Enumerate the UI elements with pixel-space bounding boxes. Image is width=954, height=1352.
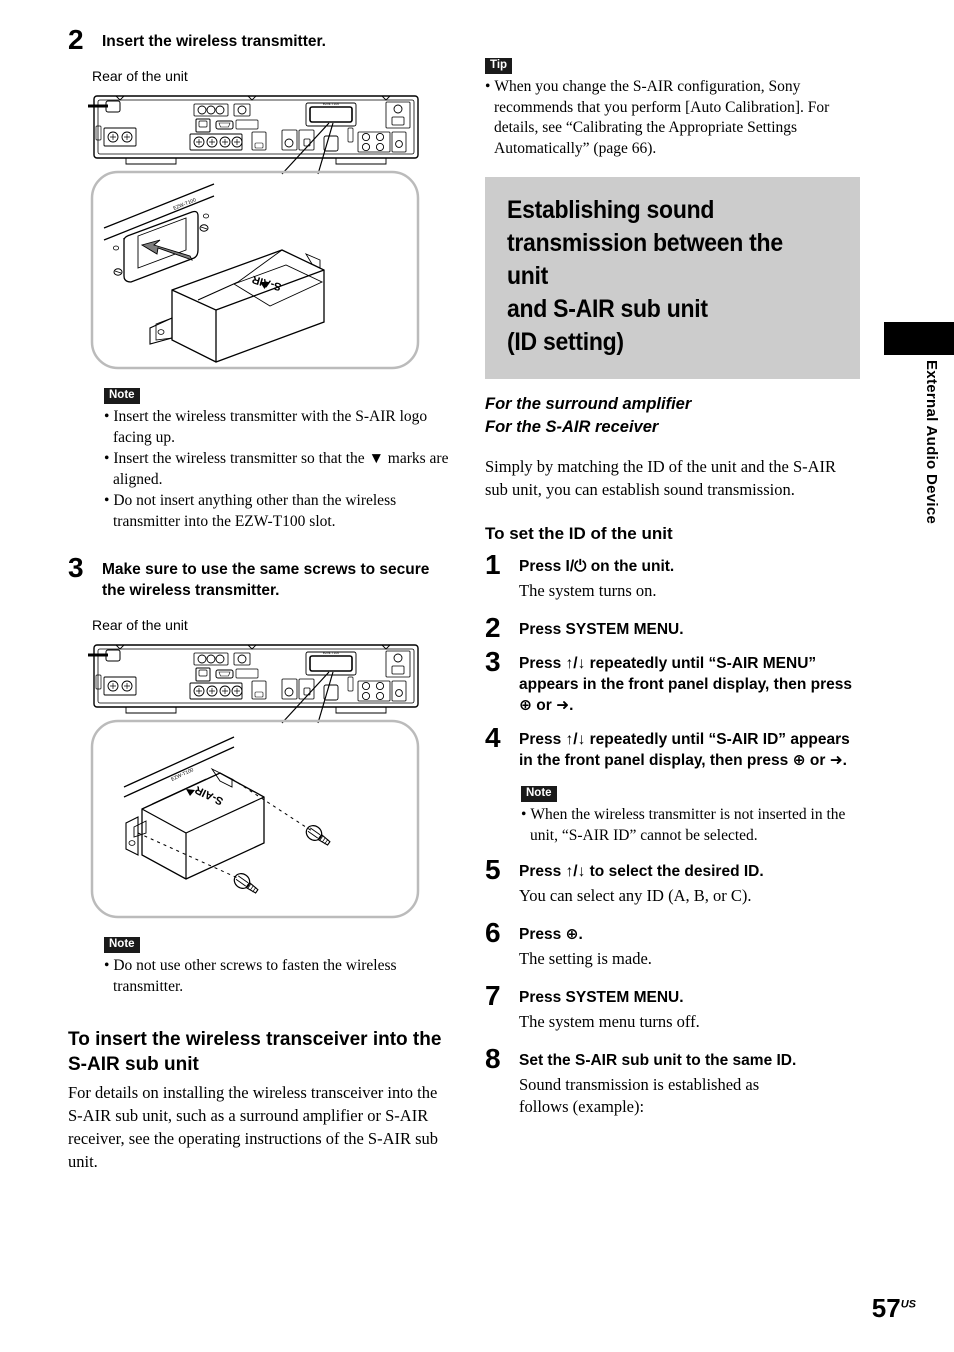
step-title: Press ↑/↓ to select the desired ID. [519,863,764,880]
figure-insert-transmitter: EZW-T100 EZW-T100 [86,88,426,373]
step-title: Press I/⏻ on the unit. [519,558,675,575]
step-3-title: Make sure to use the same screws to secu… [102,561,430,599]
chapter-heading-line-3: and S-AIR sub unit [507,295,708,323]
figure-secure-screws: EZW-T100 S-AIR EZW-T100 [86,637,426,922]
step-title: Press ↑/↓ repeatedly until “S-AIR ID” ap… [519,731,850,769]
note-item: Do not use other screws to fasten the wi… [104,956,453,997]
step-3: 3 Make sure to use the same screws to se… [68,552,453,601]
svg-text:EZW-T100: EZW-T100 [170,767,195,783]
step-number: 6 [485,917,501,948]
tip-block: Tip When you change the S-AIR configurat… [485,55,860,159]
step-body: The setting is made. [519,949,652,968]
step-number: 1 [485,549,501,580]
procedure-step-1: 1 Press I/⏻ on the unit. [485,549,860,580]
note-item: Insert the wireless transmitter so that … [104,449,453,490]
chapter-side-label: External Audio Device [923,360,940,525]
note-list: When the wireless transmitter is not ins… [521,805,860,846]
chapter-heading-line-1: Establishing sound [507,196,715,224]
step-2: 2 Insert the wireless transmitter. [68,24,453,55]
step-title: Press SYSTEM MENU. [519,621,684,638]
svg-text:EZW-T100: EZW-T100 [323,102,339,106]
step-body: The system turns on. [519,581,657,600]
step-number: 4 [485,722,501,753]
step-3-number: 3 [68,552,84,583]
step-number: 5 [485,854,501,885]
section-body: For details on installing the wireless t… [68,1083,439,1171]
figure-1-caption: Rear of the unit [92,68,188,84]
procedure-step-8: 8 Set the S-AIR sub unit to the same ID. [485,1043,860,1074]
chapter-heading-line-4: (ID setting) [507,328,624,356]
page-number-value: 57 [871,1293,901,1323]
note-block-1: Note Insert the wireless transmitter wit… [104,385,453,532]
note-tag: Note [104,388,140,404]
step-title: Press ↑/↓ repeatedly until “S-AIR MENU” … [519,655,853,714]
step-title: Press SYSTEM MENU. [519,989,684,1006]
svg-text:S-AIR: S-AIR [193,783,225,807]
italic-subheading-1: For the surround amplifier [485,395,692,413]
right-column: Tip When you change the S-AIR configurat… [485,55,860,1118]
procedure-step-4: 4 Press ↑/↓ repeatedly until “S-AIR ID” … [485,722,860,771]
step-body: You can select any ID (A, B, or C). [519,886,752,905]
tip-item: When you change the S-AIR configuration,… [485,77,860,159]
chapter-heading-box: Establishing sound transmission between … [485,177,860,379]
page-number-suffix: US [900,1298,916,1311]
step-title: Press ⊕. [519,926,583,943]
note-tag: Note [521,786,557,802]
procedure-step-6: 6 Press ⊕. [485,917,860,948]
procedure-step-5: 5 Press ↑/↓ to select the desired ID. [485,854,860,885]
procedure-step-2: 2 Press SYSTEM MENU. [485,612,860,643]
left-column: 2 Insert the wireless transmitter. Rear … [68,24,453,1173]
intro-paragraph: Simply by matching the ID of the unit an… [485,457,837,499]
step-2-title: Insert the wireless transmitter. [102,33,326,50]
step-body: The system menu turns off. [519,1012,700,1031]
step-2-number: 2 [68,24,84,55]
step-title: Set the S-AIR sub unit to the same ID. [519,1052,797,1069]
note-item: When the wireless transmitter is not ins… [521,805,860,846]
chapter-tab-marker [884,322,954,355]
figure-2-caption: Rear of the unit [92,617,188,633]
section-heading-insert-transceiver: To insert the wireless transceiver into … [68,1029,442,1075]
italic-subheading-2: For the S-AIR receiver [485,418,659,436]
procedure-heading: To set the ID of the unit [485,524,673,543]
procedure-step-7: 7 Press SYSTEM MENU. [485,980,860,1011]
svg-text:EZW-T100: EZW-T100 [323,651,339,655]
note-block-3: Note When the wireless transmitter is no… [521,783,860,846]
note-list: Insert the wireless transmitter with the… [104,407,453,532]
manual-page: 2 Insert the wireless transmitter. Rear … [0,0,954,1352]
step-number: 8 [485,1043,501,1074]
tip-list: When you change the S-AIR configuration,… [485,77,860,159]
step-number: 2 [485,612,501,643]
note-item: Insert the wireless transmitter with the… [104,407,453,448]
procedure-step-3: 3 Press ↑/↓ repeatedly until “S-AIR MENU… [485,646,860,716]
step-body: Sound transmission is established as fol… [519,1075,760,1116]
note-item: Do not insert anything other than the wi… [104,491,453,532]
note-tag: Note [104,937,140,953]
step-number: 7 [485,980,501,1011]
chapter-heading-line-2: transmission between the unit [507,229,783,290]
note-block-2: Note Do not use other screws to fasten t… [104,934,453,997]
page-number: 57US [872,1293,916,1324]
tip-tag: Tip [485,58,513,74]
note-list: Do not use other screws to fasten the wi… [104,956,453,997]
step-number: 3 [485,646,501,677]
